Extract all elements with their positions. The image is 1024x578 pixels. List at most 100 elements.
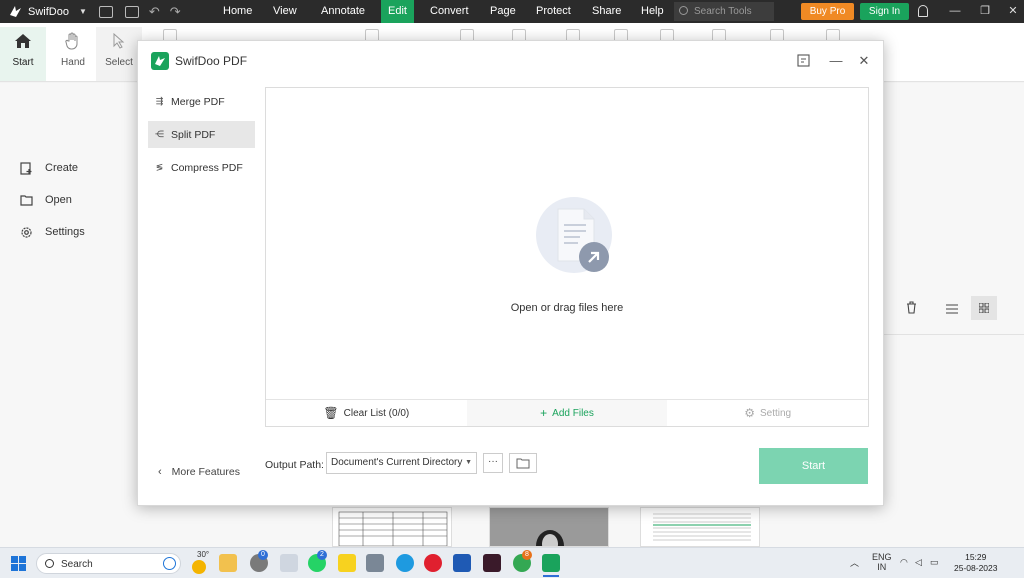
app-menu-caret-icon[interactable]: ▼ [79,7,87,16]
output-path-select[interactable]: Document's Current Directory ▼ [326,452,477,474]
select-button[interactable]: Select [96,27,142,81]
file-explorer-icon[interactable] [219,554,237,572]
clear-list-label: Clear List (0/0) [343,407,410,419]
bing-icon[interactable] [163,557,176,570]
nav-label: Split PDF [171,128,216,141]
nav-split-pdf[interactable]: ⋲ Split PDF [148,121,255,148]
tray-chevron-icon[interactable]: ︿ [850,556,859,569]
hand-icon [50,29,96,53]
start-label: Start [12,57,34,68]
opera-icon[interactable] [424,554,442,572]
gear-icon: ⚙ [744,406,755,420]
start-button[interactable]: Start [0,27,46,81]
weather-icon[interactable] [192,560,206,574]
sidebar-item-settings[interactable]: Settings [19,225,85,239]
list-view-icon[interactable] [946,303,958,317]
language-bottom: IN [877,562,887,572]
volume-icon[interactable]: ◁ [915,557,922,568]
minimize-icon[interactable]: — [940,0,970,23]
nav-compress-pdf[interactable]: ≶ Compress PDF [148,154,255,181]
date: 25-08-2023 [954,563,998,573]
nav-label: Merge PDF [171,95,225,108]
grid-view-icon[interactable] [971,296,997,320]
browse-folder-button[interactable] [509,453,537,473]
swifdoo-taskbar-icon[interactable] [542,554,560,572]
merge-icon: ⇶ [155,96,164,106]
buy-pro-button[interactable]: Buy Pro [801,3,854,20]
undo-icon[interactable]: ↶ [149,5,160,18]
output-path-value: Document's Current Directory [331,457,463,468]
history-icon[interactable] [793,51,813,71]
folder-icon [516,458,530,468]
file-dropzone[interactable]: Open or drag files here 🗑 Clear List (0/… [265,87,869,427]
windows-start-icon[interactable] [11,556,26,571]
select-label: Select [105,57,133,68]
language-indicator[interactable]: ENG IN [872,552,892,572]
chevron-left-icon: ‹ [158,466,162,478]
menu-share[interactable]: Share [585,0,628,23]
file-thumbnail[interactable] [489,507,609,547]
menu-edit[interactable]: Edit [381,0,414,23]
clock[interactable]: 15:29 25-08-2023 [954,552,997,574]
close-icon[interactable]: ✕ [998,0,1024,23]
menu-view[interactable]: View [266,0,304,23]
video-editor-icon[interactable] [483,554,501,572]
skype-icon[interactable] [396,554,414,572]
calculator-icon[interactable] [366,554,384,572]
start-button[interactable]: Start [759,448,868,484]
taskbar-search[interactable]: Search [36,553,181,574]
split-pdf-dialog: SwifDoo PDF — ✕ ⇶ Merge PDF ⋲ Split PDF … [137,40,884,506]
menu-home[interactable]: Home [216,0,259,23]
menu-convert[interactable]: Convert [423,0,476,23]
menu-help[interactable]: Help [634,0,671,23]
app-name: SwifDoo [28,5,69,18]
language-top: ENG [872,552,892,562]
active-app-indicator [543,575,559,577]
redo-icon[interactable]: ↷ [170,5,181,18]
file-list-footer: 🗑 Clear List (0/0) + Add Files ⚙ Setting [266,399,868,426]
gear-icon [19,225,33,239]
dialog-minimize-icon[interactable]: — [826,51,846,71]
dialog-close-icon[interactable]: ✕ [854,51,874,71]
swifdoo-logo-icon [151,52,169,70]
add-files-button[interactable]: + Add Files [466,400,668,426]
sidebar-item-label: Create [45,162,79,174]
snipping-tool-icon[interactable] [280,554,298,572]
print-icon[interactable] [124,5,139,18]
menu-page[interactable]: Page [483,0,523,23]
clear-list-button[interactable]: 🗑 Clear List (0/0) [266,400,467,426]
file-thumbnail[interactable] [640,507,760,547]
sign-in-button[interactable]: Sign In [860,3,909,20]
sidebar-item-label: Settings [45,226,85,238]
setting-button[interactable]: ⚙ Setting [667,400,868,426]
wifi-icon[interactable]: ◠ [900,557,908,568]
battery-icon[interactable]: ▭ [930,557,939,568]
notification-badge: 8 [522,550,532,560]
word-icon[interactable] [453,554,471,572]
hand-button[interactable]: Hand [50,27,96,81]
sidebar-item-open[interactable]: Open [19,193,72,207]
more-options-button[interactable]: ··· [483,453,503,473]
add-files-label: Add Files [552,407,594,419]
broom-icon: 🗑 [323,406,339,420]
cursor-icon [96,29,142,53]
file-view-toolbar [870,296,1024,335]
restore-icon[interactable]: ❐ [970,0,1000,23]
trash-icon[interactable] [906,301,917,317]
nav-merge-pdf[interactable]: ⇶ Merge PDF [148,88,255,115]
search-tools-input[interactable]: Search Tools [674,2,774,21]
menu-protect[interactable]: Protect [529,0,578,23]
open-folder-icon [19,193,33,207]
menu-annotate[interactable]: Annotate [314,0,372,23]
taskbar-search-label: Search [61,559,93,570]
bell-icon[interactable] [918,5,928,17]
create-icon [19,161,33,175]
sticky-notes-icon[interactable] [338,554,356,572]
more-features-link[interactable]: ‹ More Features [158,466,240,478]
weather-temp[interactable]: 30° [197,550,209,559]
search-icon [45,559,54,568]
title-bar: SwifDoo ▼ ↶ ↷ Home View Annotate Edit Co… [0,0,1024,23]
file-thumbnail[interactable] [332,507,452,547]
sidebar-item-create[interactable]: Create [19,161,78,175]
save-icon[interactable] [98,5,113,18]
